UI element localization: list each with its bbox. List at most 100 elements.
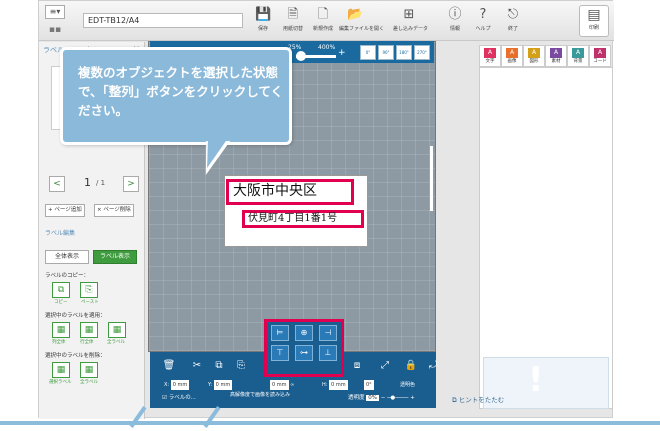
tab-3[interactable]: A 素材 [545, 45, 567, 67]
lock-icon[interactable]: 🔒 [404, 359, 418, 373]
tab-label: 背景 [573, 59, 583, 64]
rotate-button-0[interactable]: 0° [360, 45, 376, 60]
align-button-0[interactable]: ⊨ [271, 325, 289, 341]
zoom-max: 400% [318, 44, 336, 51]
info-icon: ⓘ [448, 7, 462, 22]
delete-selected-icon[interactable]: ▦ [52, 362, 70, 378]
flip-icon[interactable]: ⤾ [426, 359, 440, 373]
tab-label: 素材 [551, 59, 561, 64]
rotate-button-1[interactable]: 90° [378, 45, 394, 60]
tool-label: 新規作成 [312, 26, 333, 32]
layer-icon[interactable]: ⧈ [350, 359, 364, 373]
delete-all-icon[interactable]: ▦ [80, 362, 98, 378]
zoom-slider[interactable] [296, 51, 306, 61]
view-all-button[interactable]: 全体表示 [45, 250, 89, 264]
prev-page-button[interactable]: < [49, 176, 65, 192]
tool-label: 編集ファイルを開く [339, 26, 385, 32]
paste-icon[interactable]: ⎘ [234, 359, 248, 373]
angle-field: 0° [364, 380, 374, 390]
w-input[interactable]: 0 mm [270, 380, 289, 390]
new-file-icon: 🗋 [317, 7, 329, 22]
view-label-button[interactable]: ラベル表示 [93, 250, 137, 264]
open-edit-file-button[interactable]: 📂 編集ファイルを開く [339, 7, 385, 32]
h-label: H: [322, 382, 328, 388]
apply-row-label: 行全体 [80, 340, 94, 345]
transparent-label: 透明色 [400, 382, 416, 388]
x-coordinate: X: 0 mm [164, 380, 190, 390]
label-edit-heading: ラベル編集 [45, 230, 76, 237]
menu-icon[interactable]: ≡▾ [45, 5, 65, 19]
fit-icon[interactable]: ⤢ [378, 359, 392, 373]
delete-page-button[interactable]: × ページ削除 [94, 204, 134, 217]
rotate-button-3[interactable]: 270° [414, 45, 430, 60]
tool-label: 差し込みデータ [393, 26, 429, 32]
transparency-slider[interactable]: − ─●──── + [381, 395, 415, 401]
callout-line [0, 421, 660, 425]
y-input[interactable]: 0 mm [213, 380, 233, 390]
hires-option[interactable]: 高解像度で画像を読み込み [230, 392, 290, 398]
tab-label: コード [593, 59, 607, 64]
print-button[interactable]: ▤ 印刷 [579, 5, 609, 37]
align-button-4[interactable]: ⊶ [295, 345, 313, 361]
tool-label: 終了 [507, 26, 518, 32]
label-checkbox[interactable]: ☑ ラベルの... [162, 393, 196, 401]
copy-icon[interactable]: ⧉ [212, 359, 226, 373]
printer-icon: ▤ [587, 7, 601, 23]
vertical-scrollbar[interactable] [430, 146, 433, 211]
x-input[interactable]: 0 mm [170, 380, 190, 390]
zoom-plus-button[interactable]: + [338, 48, 346, 58]
new-file-button[interactable]: 🗋 新規作成 [307, 7, 339, 32]
text-object-1[interactable]: 大阪市中央区 [226, 179, 354, 205]
paste-label: ペースト [81, 300, 99, 305]
align-button-1[interactable]: ⊕ [295, 325, 313, 341]
print-label: 印刷 [588, 25, 599, 31]
tab-4[interactable]: A 背景 [567, 45, 589, 67]
next-page-button[interactable]: > [123, 176, 139, 192]
tab-5[interactable]: A コード [589, 45, 611, 67]
delete-all-label: 全ラベル [80, 380, 98, 385]
exit-button[interactable]: ⎋ 終了 [497, 7, 529, 32]
link-icon[interactable]: ∞ [290, 382, 294, 388]
copy-icon[interactable]: ⧉ [52, 282, 70, 298]
align-button-3[interactable]: ⊤ [271, 345, 289, 361]
filename-field[interactable]: EDT-TB12/A4 [83, 13, 243, 28]
apply-column-label: 列全体 [52, 340, 66, 345]
tab-label: 画像 [507, 59, 517, 64]
grid-icon[interactable]: ▪▪ [45, 23, 65, 37]
align-button-2[interactable]: ⊣ [319, 325, 337, 341]
align-panel: ⊨ ⊕ ⊣ ⊤ ⊶ ⊥ [264, 319, 344, 377]
transparency-input[interactable]: 0% [366, 395, 379, 401]
bubble-text: 複数のオブジェクトを選択した状態で、「整列」ボタンをクリックしてください。 [78, 65, 284, 118]
help-button[interactable]: ? ヘルプ [467, 7, 499, 32]
apply-row-icon[interactable]: ▦ [80, 322, 98, 338]
page-total: / 1 [96, 179, 106, 187]
copy-label: コピー [54, 300, 68, 305]
merge-data-button[interactable]: ⊞ 差し込みデータ [393, 7, 429, 32]
tab-label: 図形 [529, 59, 539, 64]
angle-input[interactable]: 0° [364, 380, 374, 390]
text-object-2[interactable]: 伏見町4丁目1番1号 [242, 210, 364, 228]
tab-icon: A [594, 48, 606, 58]
rotate-button-2[interactable]: 180° [396, 45, 412, 60]
tab-label: 文字 [485, 59, 495, 64]
tab-icon: A [550, 48, 562, 58]
apply-column-icon[interactable]: ▦ [52, 322, 70, 338]
h-input[interactable]: 0 mm [329, 380, 348, 390]
paste-icon[interactable]: ⎘ [80, 282, 98, 298]
tab-0[interactable]: A 文字 [479, 45, 501, 67]
apply-all-icon[interactable]: ▦ [108, 322, 126, 338]
trash-icon[interactable]: 🗑 [162, 359, 176, 373]
tool-label: ヘルプ [475, 26, 491, 32]
add-page-button[interactable]: + ページ追加 [45, 204, 85, 217]
print-preview-button[interactable]: 🗎 用紙切替 [277, 7, 309, 32]
cut-icon[interactable]: ✂ [190, 359, 204, 373]
tool-label: 保存 [257, 26, 268, 32]
tab-2[interactable]: A 図形 [523, 45, 545, 67]
save-button[interactable]: 💾 保存 [247, 7, 279, 32]
align-button-5[interactable]: ⊥ [319, 345, 337, 361]
transparent-color[interactable]: 透明色 [400, 380, 415, 390]
hint-toggle[interactable]: ⧉ ヒントをたたむ [452, 394, 504, 405]
exit-icon: ⎋ [507, 7, 519, 22]
tab-1[interactable]: A 画像 [501, 45, 523, 67]
apply-heading: 選択中のラベルを適用： [45, 313, 106, 319]
